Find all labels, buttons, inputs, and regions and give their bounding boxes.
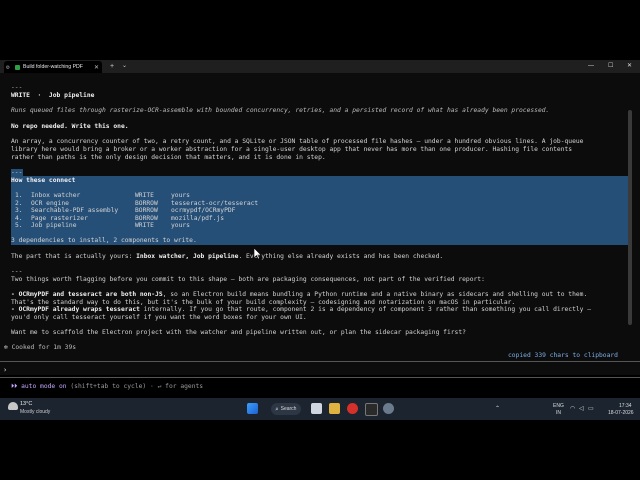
flag-2-rest: internally. If you go that route, compon… [139, 306, 592, 313]
weather-condition[interactable]: Mostly cloudy [20, 409, 50, 415]
weather-temp[interactable]: 13°C [20, 401, 32, 407]
component-source: tesseract-ocr/tesseract [171, 199, 259, 207]
tray-overflow-icon[interactable]: ⌃ [495, 405, 500, 412]
app-icon[interactable] [383, 403, 394, 414]
component-action: BORROW [135, 207, 158, 214]
app-green-icon [15, 64, 20, 70]
search-icon: ⌕ [275, 405, 279, 413]
screen-top-letterbox [0, 0, 640, 60]
followup-question: Want me to scaffold the Electron project… [11, 329, 466, 336]
component-source: ocrmypdf/OCRmyPDF [171, 207, 236, 214]
prompt-input[interactable]: › [3, 366, 7, 375]
paragraph-line: library here would bring a broker or a w… [11, 146, 573, 153]
flag-2-line2: you'd only call tesseract yourself if yo… [11, 313, 307, 321]
yours-suffix: . Everything else already exists and has… [238, 253, 444, 260]
clock-time[interactable]: 17:34 [619, 403, 632, 409]
taskbar-search[interactable]: ⌕ Search [271, 403, 301, 415]
mouse-cursor-icon [254, 248, 262, 260]
component-action: WRITE [135, 222, 154, 229]
component-source: mozilla/pdf.js [171, 214, 225, 222]
rule: --- [11, 84, 23, 91]
component-num: 3. [15, 207, 23, 214]
volume-icon[interactable]: ◁ [579, 405, 584, 412]
flag-intro: Two things worth flagging before you com… [11, 276, 485, 283]
flag-1-line2: That's the standard way to do this, but … [11, 298, 516, 306]
component-action: WRITE [135, 192, 154, 199]
flag-1: - OCRmyPDF and tesseract are both non-JS… [11, 291, 587, 299]
component-num: 4. [15, 214, 23, 222]
component-num: 5. [15, 222, 23, 229]
new-tab-button[interactable]: + [110, 61, 114, 72]
scrollbar[interactable] [628, 110, 632, 325]
tab-close-icon[interactable]: ✕ [94, 64, 99, 71]
terminal-icon[interactable] [365, 403, 378, 416]
rule: --- [11, 268, 23, 275]
no-repo-text: No repo needed. Write this one. [11, 123, 129, 130]
tab-build-folder-watching[interactable]: ⚙ Build folder-watching PDF ✕ [4, 61, 102, 73]
prompt-divider [0, 377, 640, 378]
deps-summary: 3 dependencies to install, 2 components … [11, 237, 197, 244]
language-indicator[interactable]: ENG [553, 403, 564, 409]
flag-2-bold: - OCRmyPDF already wraps tesseract [11, 306, 140, 313]
mode-label: auto mode on [21, 383, 67, 390]
mode-arrows: ⏵⏵ [11, 383, 22, 390]
close-button[interactable]: ✕ [627, 61, 632, 72]
wifi-icon[interactable]: ◠ [570, 405, 575, 412]
yours-components: Inbox watcher, Job pipeline [136, 253, 239, 260]
powershell-icon: ⚙ [6, 63, 10, 71]
yours-prefix: The part that is actually yours: [11, 253, 137, 260]
prompt-divider [0, 361, 640, 362]
windows-start-icon[interactable] [247, 403, 258, 414]
paragraph-line: rather than paths is the only design dec… [11, 154, 326, 161]
clock-date[interactable]: 18-07-2026 [608, 410, 634, 416]
component-num: 2. [15, 199, 23, 207]
minimize-button[interactable]: — [588, 61, 594, 72]
flag-1-rest: , so an Electron build means bundling a … [162, 291, 588, 298]
tab-dropdown-icon[interactable]: ⌄ [122, 61, 127, 72]
component-name: OCR engine [31, 199, 69, 207]
battery-icon[interactable]: ▭ [588, 405, 594, 412]
copied-notice: copied 339 chars to clipboard [508, 352, 618, 359]
flag-2: - OCRmyPDF already wraps tesseract inter… [11, 306, 591, 314]
connect-heading: How these connect [11, 177, 76, 184]
paragraph-line: An array, a concurrency counter of two, … [11, 138, 584, 145]
cloud-icon[interactable] [8, 402, 18, 410]
tab-title: Build folder-watching PDF [23, 64, 83, 70]
component-name: Job pipeline [31, 222, 77, 229]
yours-line: The part that is actually yours: Inbox w… [11, 253, 443, 261]
maximize-button[interactable]: ☐ [608, 61, 613, 72]
summary-text: Runs queued files through rasterize-OCR-… [11, 107, 550, 114]
cooked-status: ✻ Cooked for 1m 39s [4, 344, 77, 351]
file-explorer-icon[interactable] [329, 403, 340, 414]
mode-indicator[interactable]: ⏵⏵ auto mode on (shift+tab to cycle) · ↵… [11, 383, 203, 391]
component-name: Searchable-PDF assembly [31, 207, 119, 214]
browser-icon[interactable] [347, 403, 358, 414]
component-num: 1. [15, 192, 23, 199]
search-label: Search [280, 406, 297, 412]
task-view-icon[interactable] [311, 403, 322, 414]
mode-hint: (shift+tab to cycle) · ↵ for agents [66, 383, 204, 390]
component-source: yours [171, 222, 190, 229]
component-action: BORROW [135, 214, 158, 222]
flag-1-bold: - OCRmyPDF and tesseract are both non-JS [11, 291, 163, 298]
component-name: Page rasterizer [31, 214, 88, 222]
component-name: Inbox watcher [31, 192, 81, 199]
component-source: yours [171, 192, 190, 199]
section-heading: WRITE · Job pipeline [11, 92, 95, 99]
screen-bottom-letterbox [0, 420, 640, 480]
component-action: BORROW [135, 199, 158, 207]
rule: --- [11, 169, 23, 176]
language-region[interactable]: IN [556, 410, 561, 416]
